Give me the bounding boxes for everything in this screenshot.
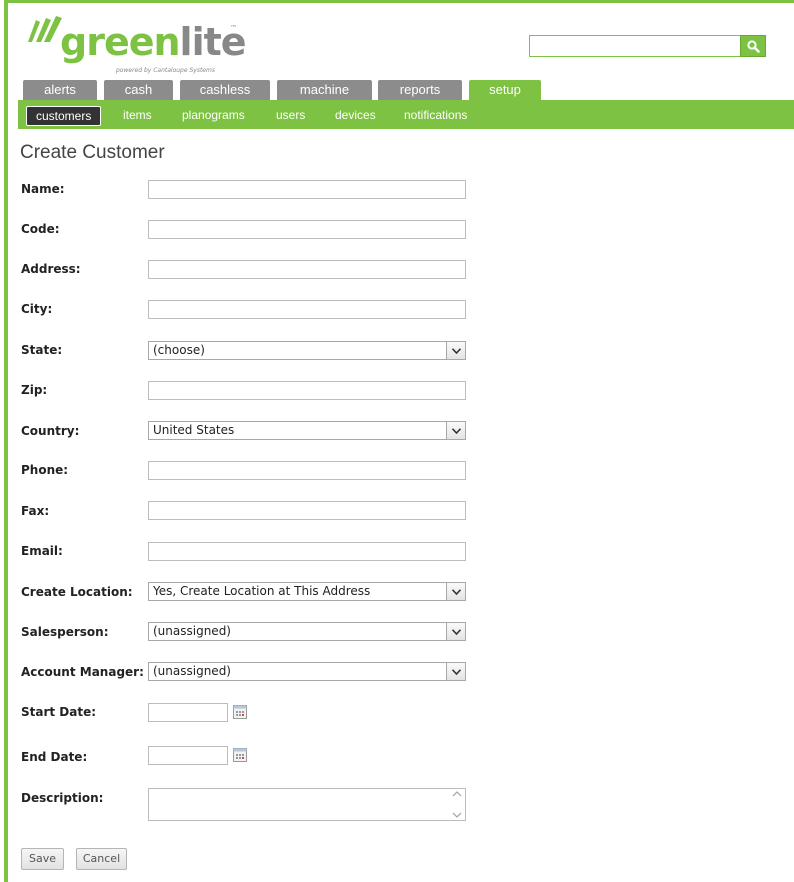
calendar-icon[interactable] <box>233 705 247 719</box>
create-location-label: Create Location: <box>21 585 133 599</box>
email-field[interactable] <box>148 542 466 561</box>
tab-cash[interactable]: cash <box>104 80 173 100</box>
account-manager-selected-value: (unassigned) <box>153 664 231 678</box>
textarea-scrollbar[interactable] <box>448 789 465 820</box>
tab-machine[interactable]: machine <box>277 80 372 100</box>
account-manager-label: Account Manager: <box>21 665 144 679</box>
subnav-items[interactable]: items <box>123 106 152 124</box>
name-field[interactable] <box>148 180 466 199</box>
phone-field[interactable] <box>148 461 466 480</box>
chevron-down-icon <box>446 342 465 359</box>
top-border <box>4 0 794 3</box>
address-label: Address: <box>21 262 81 276</box>
logo-tagline: powered by Cantaloupe Systems <box>116 67 215 74</box>
greenlite-logo[interactable]: greenlite ™ powered by Cantaloupe System… <box>20 12 247 78</box>
chevron-down-icon <box>446 623 465 640</box>
state-selected-value: (choose) <box>153 343 205 357</box>
start-date-field[interactable] <box>148 703 228 722</box>
chevron-up-icon[interactable] <box>452 791 462 797</box>
country-selected-value: United States <box>153 423 235 437</box>
description-label: Description: <box>21 791 104 805</box>
salesperson-label: Salesperson: <box>21 625 109 639</box>
end-date-label: End Date: <box>21 750 88 764</box>
code-label: Code: <box>21 222 60 236</box>
email-label: Email: <box>21 544 63 558</box>
city-label: City: <box>21 302 53 316</box>
subnav-customers[interactable]: customers <box>26 106 102 126</box>
subnav-devices[interactable]: devices <box>335 106 376 124</box>
search-input[interactable] <box>529 35 741 57</box>
search-box <box>529 35 766 57</box>
state-label: State: <box>21 343 63 357</box>
create-location-select[interactable]: Yes, Create Location at This Address <box>148 582 466 601</box>
chevron-down-icon <box>446 422 465 439</box>
phone-label: Phone: <box>21 463 69 477</box>
logo-wordmark: greenlite <box>60 20 247 64</box>
country-select[interactable]: United States <box>148 421 466 440</box>
chevron-down-icon <box>446 583 465 600</box>
account-manager-select[interactable]: (unassigned) <box>148 662 466 681</box>
create-location-selected-value: Yes, Create Location at This Address <box>153 584 371 598</box>
tab-alerts[interactable]: alerts <box>23 80 97 100</box>
name-label: Name: <box>21 182 65 196</box>
fax-field[interactable] <box>148 501 466 520</box>
zip-field[interactable] <box>148 381 466 400</box>
description-textarea[interactable] <box>148 788 466 821</box>
trademark: ™ <box>230 24 237 32</box>
subnav-planograms[interactable]: planograms <box>182 106 245 124</box>
fax-label: Fax: <box>21 504 50 518</box>
tab-reports[interactable]: reports <box>378 80 462 100</box>
subnav-notifications[interactable]: notifications <box>404 106 467 124</box>
cancel-button[interactable]: Cancel <box>76 848 127 870</box>
tab-setup[interactable]: setup <box>469 80 541 101</box>
tab-cashless[interactable]: cashless <box>180 80 270 100</box>
code-field[interactable] <box>148 220 466 239</box>
page-title: Create Customer <box>20 142 165 163</box>
address-field[interactable] <box>148 260 466 279</box>
calendar-icon[interactable] <box>233 748 247 762</box>
subnav-users[interactable]: users <box>276 106 305 124</box>
end-date-field[interactable] <box>148 746 228 765</box>
city-field[interactable] <box>148 300 466 319</box>
zip-label: Zip: <box>21 383 48 397</box>
start-date-label: Start Date: <box>21 705 97 719</box>
chevron-down-icon[interactable] <box>452 812 462 818</box>
left-border <box>4 0 8 882</box>
salesperson-select[interactable]: (unassigned) <box>148 622 466 641</box>
chevron-down-icon <box>446 663 465 680</box>
save-button[interactable]: Save <box>21 848 64 870</box>
search-icon <box>746 39 760 53</box>
search-button[interactable] <box>740 35 766 57</box>
state-select[interactable]: (choose) <box>148 341 466 360</box>
country-label: Country: <box>21 424 80 438</box>
salesperson-selected-value: (unassigned) <box>153 624 231 638</box>
sub-navigation: customers items planograms users devices… <box>18 100 794 129</box>
logo-text-green: green <box>60 20 181 64</box>
